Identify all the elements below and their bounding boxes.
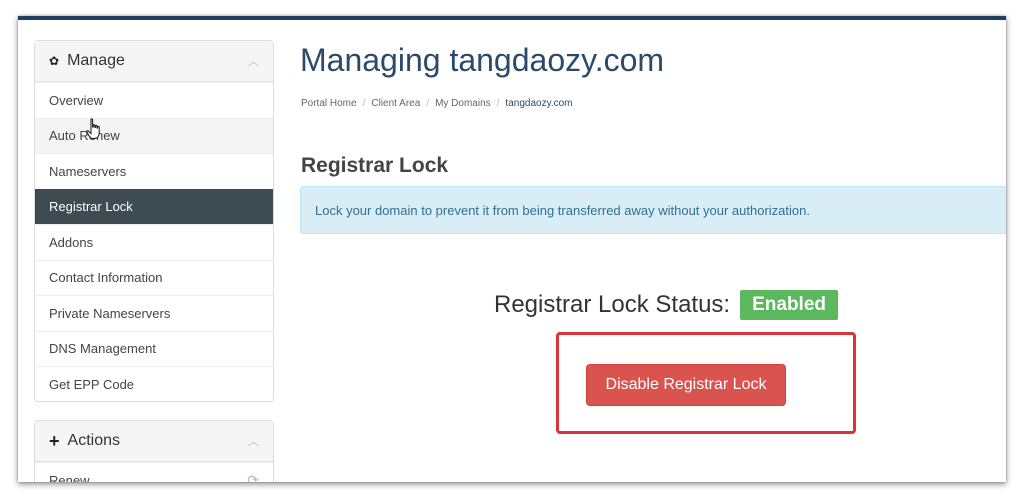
actions-panel-title: Actions <box>67 432 120 449</box>
sidebar-item-get-epp-code[interactable]: Get EPP Code <box>35 366 273 402</box>
plus-icon: + <box>49 430 60 451</box>
status-badge: Enabled <box>740 290 839 320</box>
lock-status-row: Registrar Lock Status: Enabled <box>494 290 839 320</box>
manage-panel: ✿ Manage ︿ Overview Auto Renew Nameserve… <box>34 40 274 402</box>
disable-registrar-lock-button[interactable]: Disable Registrar Lock <box>586 364 786 406</box>
breadcrumb-portal-home[interactable]: Portal Home <box>301 98 357 109</box>
manage-panel-title: Manage <box>67 52 125 69</box>
sidebar-item-renew[interactable]: Renew ⟳ <box>35 462 273 482</box>
breadcrumb-my-domains[interactable]: My Domains <box>435 98 491 109</box>
sidebar-item-registrar-lock[interactable]: Registrar Lock <box>35 188 273 224</box>
sidebar-item-overview[interactable]: Overview <box>35 82 273 118</box>
breadcrumb: Portal Home / Client Area / My Domains / tangd… <box>301 98 573 109</box>
top-accent-bar <box>18 16 1006 20</box>
breadcrumb-current: tangdaozy.com <box>505 98 573 109</box>
section-title: Registrar Lock <box>301 154 449 177</box>
chevron-up-icon[interactable]: ︿ <box>248 53 259 69</box>
chevron-up-icon[interactable]: ︿ <box>248 433 259 449</box>
sidebar-item-contact-information[interactable]: Contact Information <box>35 259 273 296</box>
sidebar-item-auto-renew[interactable]: Auto Renew <box>35 117 273 153</box>
page-title: Managing tangdaozy.com <box>300 42 665 78</box>
refresh-icon: ⟳ <box>247 471 259 482</box>
sidebar-item-dns-management[interactable]: DNS Management <box>35 330 273 367</box>
breadcrumb-separator: / <box>362 98 366 109</box>
hand-pointer-icon <box>86 118 100 139</box>
sidebar-item-nameservers[interactable]: Nameservers <box>35 153 273 189</box>
actions-panel-header[interactable]: + Actions ︿ <box>35 421 273 462</box>
manage-panel-header[interactable]: ✿ Manage ︿ <box>35 41 273 82</box>
lock-status-label: Registrar Lock Status: <box>494 291 731 318</box>
browser-frame: ✿ Manage ︿ Overview Auto Renew Nameserve… <box>18 16 1006 482</box>
renew-label: Renew <box>49 472 90 482</box>
breadcrumb-client-area[interactable]: Client Area <box>371 98 420 109</box>
sidebar-item-addons[interactable]: Addons <box>35 224 273 260</box>
sidebar-item-private-nameservers[interactable]: Private Nameservers <box>35 295 273 331</box>
info-alert: Lock your domain to prevent it from bein… <box>300 186 1006 234</box>
info-alert-text: Lock your domain to prevent it from bein… <box>315 202 810 218</box>
gear-icon: ✿ <box>49 54 60 68</box>
breadcrumb-separator: / <box>426 98 430 109</box>
breadcrumb-separator: / <box>496 98 500 109</box>
actions-panel: + Actions ︿ Renew ⟳ <box>34 420 274 482</box>
